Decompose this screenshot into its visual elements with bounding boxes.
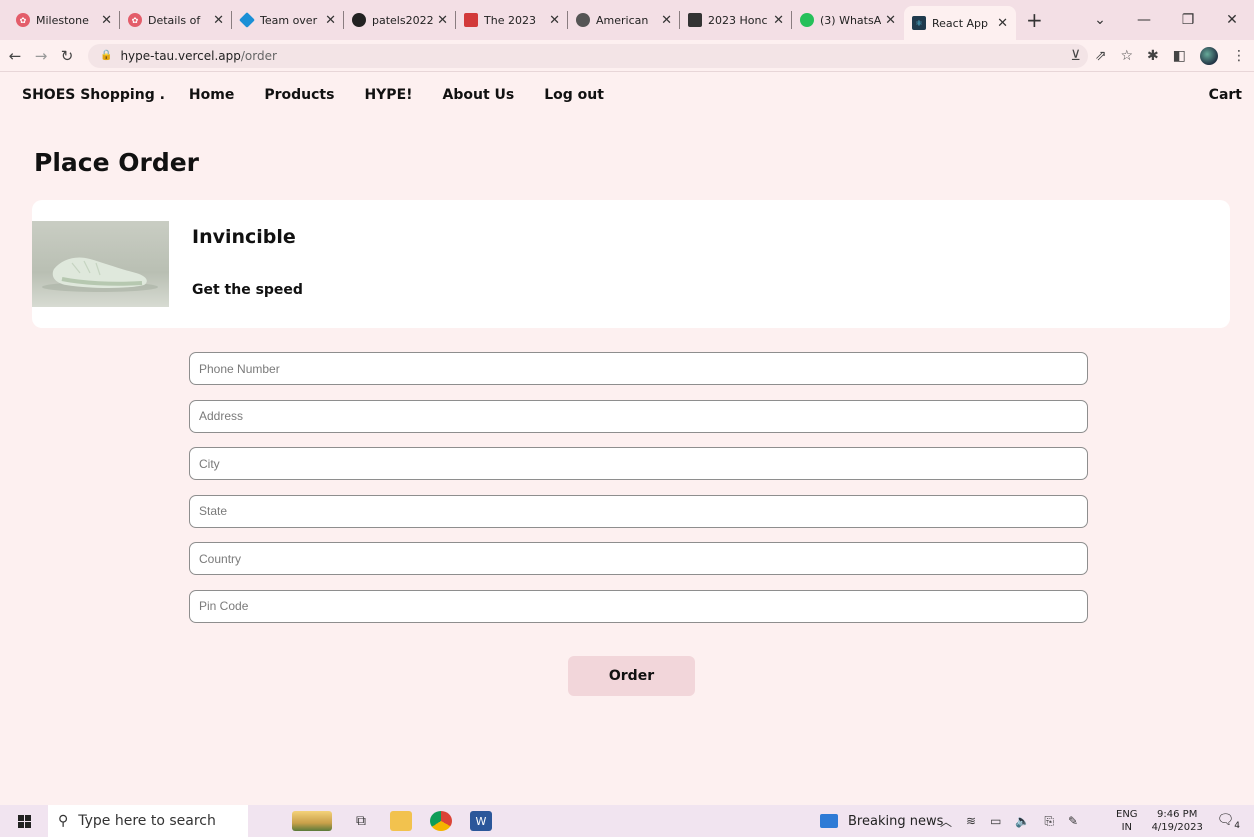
whatsapp-icon	[800, 13, 814, 27]
product-description: Get the speed	[192, 282, 303, 298]
nav-link-home[interactable]: Home	[189, 87, 234, 103]
meet-icon[interactable]: ⎘	[1044, 814, 1054, 829]
product-card: Invincible Get the speed	[32, 200, 1230, 328]
reload-icon[interactable]: ↻	[56, 47, 78, 65]
browser-tab[interactable]: (3) WhatsA ✕	[792, 0, 904, 40]
window-controls: ⌄ — ❐ ✕	[1078, 0, 1254, 40]
lock-icon[interactable]: 🔒	[100, 50, 112, 61]
browser-tab[interactable]: Team over ✕	[232, 0, 344, 40]
file-explorer-icon[interactable]	[390, 811, 412, 831]
chrome-icon[interactable]	[430, 811, 452, 831]
product-image	[32, 221, 169, 307]
battery-icon[interactable]: ▭	[990, 814, 1001, 828]
install-icon[interactable]: ⊻	[1070, 48, 1080, 64]
site-navbar: SHOES Shopping . Home Products HYPE! Abo…	[0, 72, 1254, 118]
page-title: Place Order	[34, 148, 200, 177]
country-input[interactable]	[189, 542, 1088, 575]
nav-link-hype[interactable]: HYPE!	[364, 87, 412, 103]
clock-time: 9:46 PM	[1157, 809, 1198, 820]
tab-close-icon[interactable]: ✕	[101, 13, 112, 28]
tab-favicon-icon	[464, 13, 478, 27]
pen-icon[interactable]: ✎	[1068, 814, 1078, 828]
input-language[interactable]: ENG IN	[1116, 808, 1138, 834]
url-path: /order	[240, 48, 277, 63]
pin-code-input[interactable]	[189, 589, 1088, 623]
news-label: Breaking news	[848, 813, 944, 829]
taskbar-clock[interactable]: ENG IN 9:46 PM 4/19/2023	[1116, 805, 1203, 837]
globe-icon	[576, 13, 590, 27]
profile-avatar[interactable]	[1200, 47, 1218, 65]
order-button[interactable]: Order	[568, 656, 695, 696]
clock-date: 4/19/2023	[1151, 822, 1203, 833]
tab-close-icon[interactable]: ✕	[325, 13, 336, 28]
browser-toolbar: ← → ↻ 🔒 hype-tau.vercel.app/order ⊻ ⇗ ☆ …	[0, 40, 1254, 72]
search-icon: ⚲	[58, 813, 69, 829]
url-host: hype-tau.vercel.app	[120, 48, 241, 63]
forward-arrow-icon[interactable]: →	[30, 47, 52, 65]
tab-close-icon[interactable]: ✕	[773, 13, 784, 28]
task-view-icon[interactable]: ⧉	[350, 811, 372, 831]
tab-favicon-icon: ✿	[128, 13, 142, 27]
chevron-up-icon[interactable]: ︿	[940, 813, 952, 830]
tab-close-icon[interactable]: ✕	[997, 16, 1008, 31]
share-icon[interactable]: ⇗	[1095, 48, 1107, 64]
product-name: Invincible	[192, 226, 296, 248]
tab-close-icon[interactable]: ✕	[549, 13, 560, 28]
tab-favicon-icon	[239, 12, 255, 28]
nav-link-logout[interactable]: Log out	[544, 87, 604, 103]
volume-icon[interactable]: 🔈	[1015, 814, 1030, 828]
brand-logo[interactable]: SHOES Shopping .	[22, 87, 165, 103]
wifi-icon[interactable]: ≋	[966, 814, 976, 828]
order-form	[189, 352, 1088, 637]
tab-search-icon[interactable]: ⌄	[1078, 12, 1122, 28]
browser-tab[interactable]: patels2022 ✕	[344, 0, 456, 40]
react-icon: ⚛	[912, 16, 926, 30]
taskbar-search-placeholder: Type here to search	[78, 813, 216, 829]
nav-link-cart[interactable]: Cart	[1209, 87, 1242, 103]
github-icon	[352, 13, 366, 27]
browser-tab[interactable]: ✿ Details of ✕	[120, 0, 232, 40]
tab-close-icon[interactable]: ✕	[885, 13, 896, 28]
side-panel-icon[interactable]: ◧	[1173, 48, 1186, 64]
nav-link-about[interactable]: About Us	[443, 87, 515, 103]
address-input[interactable]	[189, 399, 1088, 433]
windows-start-icon[interactable]	[0, 814, 48, 828]
word-icon[interactable]: W	[470, 811, 492, 831]
close-window-icon[interactable]: ✕	[1210, 12, 1254, 28]
browser-tab[interactable]: The 2023 ✕	[456, 0, 568, 40]
restore-icon[interactable]: ❐	[1166, 12, 1210, 28]
taskbar: ⚲ Type here to search ⧉ W Breaking news …	[0, 805, 1254, 837]
tab-close-icon[interactable]: ✕	[437, 13, 448, 28]
browser-tab[interactable]: ✿ Milestone ✕	[8, 0, 120, 40]
news-widget[interactable]: Breaking news	[820, 814, 943, 829]
honda-icon	[688, 13, 702, 27]
browser-tab[interactable]: American ✕	[568, 0, 680, 40]
nav-link-products[interactable]: Products	[264, 87, 334, 103]
system-tray: ︿ ≋ ▭ 🔈 ⎘ ✎	[940, 813, 1078, 830]
tab-favicon-icon: ✿	[16, 13, 30, 27]
extensions-icon[interactable]: ✱	[1147, 48, 1159, 64]
bookmark-star-icon[interactable]: ☆	[1120, 48, 1133, 64]
state-input[interactable]	[189, 494, 1088, 528]
browser-tab-active[interactable]: ⚛ React App ✕	[904, 6, 1016, 40]
new-tab-icon[interactable]: +	[1026, 8, 1043, 32]
taskbar-search[interactable]: ⚲ Type here to search	[48, 805, 248, 837]
address-bar[interactable]: 🔒 hype-tau.vercel.app/order	[88, 43, 1088, 68]
city-input[interactable]	[189, 447, 1088, 480]
notification-icon[interactable]: 🗨4	[1216, 812, 1240, 831]
menu-kebab-icon[interactable]: ⋮	[1232, 48, 1246, 64]
news-icon	[820, 814, 838, 828]
back-arrow-icon[interactable]: ←	[4, 47, 26, 65]
notification-count: 4	[1234, 820, 1240, 831]
browser-tab-strip: ✿ Milestone ✕ ✿ Details of ✕ Team over ✕ pate…	[0, 0, 1254, 40]
widgets-landscape-icon[interactable]	[292, 811, 332, 831]
minimize-icon[interactable]: —	[1122, 12, 1166, 28]
tab-close-icon[interactable]: ✕	[661, 13, 672, 28]
phone-number-input[interactable]	[189, 352, 1088, 385]
browser-tab[interactable]: 2023 Honc ✕	[680, 0, 792, 40]
tab-close-icon[interactable]: ✕	[213, 13, 224, 28]
